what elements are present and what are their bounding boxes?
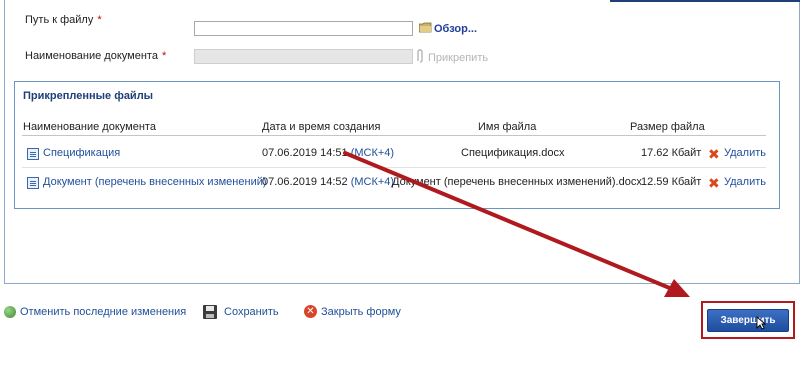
col-header-filename: Имя файла <box>478 121 537 133</box>
undo-button[interactable]: Отменить последние изменения <box>20 306 186 318</box>
attached-files-title: Прикрепленные файлы <box>23 90 154 102</box>
file-size: 12.59 Кбайт <box>641 176 702 188</box>
close-icon[interactable]: ✕ <box>304 305 317 318</box>
file-link[interactable]: Документ (перечень внесенных изменений) <box>43 176 267 188</box>
file-size: 17.62 Кбайт <box>641 147 702 159</box>
file-datetime: 07.06.2019 14:52 (МСК+4) <box>262 176 395 188</box>
save-button[interactable]: Сохранить <box>224 306 279 318</box>
docname-input[interactable] <box>194 49 413 64</box>
timezone-label: (МСК+4) <box>350 147 395 159</box>
col-header-name: Наименование документа <box>23 121 156 133</box>
delete-link[interactable]: Удалить <box>724 147 766 159</box>
delete-icon[interactable]: ✖ <box>708 176 720 190</box>
file-datetime: 07.06.2019 14:51 (МСК+4) <box>262 147 395 159</box>
delete-link[interactable]: Удалить <box>724 176 766 188</box>
file-name: Спецификация.docx <box>461 147 565 159</box>
folder-icon[interactable] <box>418 22 432 33</box>
undo-icon[interactable] <box>4 306 16 318</box>
browse-link[interactable]: Обзор... <box>434 23 477 35</box>
paperclip-icon <box>416 49 424 63</box>
col-header-datetime: Дата и время создания <box>262 121 381 133</box>
path-label: Путь к файлу * <box>25 14 102 26</box>
header-divider <box>22 135 766 136</box>
file-link[interactable]: Спецификация <box>43 147 120 159</box>
col-header-size: Размер файла <box>630 121 705 133</box>
close-form-button[interactable]: Закрыть форму <box>321 306 401 318</box>
save-icon[interactable] <box>203 305 217 319</box>
row-divider <box>22 167 766 168</box>
finish-button[interactable]: Завершить <box>707 309 789 332</box>
document-icon <box>27 148 39 160</box>
header-strip <box>610 0 800 2</box>
attach-button[interactable]: Прикрепить <box>428 52 488 64</box>
required-mark: * <box>161 50 167 62</box>
timezone-label: (МСК+4) <box>350 176 395 188</box>
document-icon <box>27 177 39 189</box>
delete-icon[interactable]: ✖ <box>708 147 720 161</box>
path-input[interactable] <box>194 21 413 36</box>
docname-label: Наименование документа * <box>25 50 167 62</box>
required-mark: * <box>97 14 102 26</box>
file-name: Документ (перечень внесенных изменений).… <box>392 176 642 188</box>
mouse-cursor-icon <box>756 316 767 333</box>
